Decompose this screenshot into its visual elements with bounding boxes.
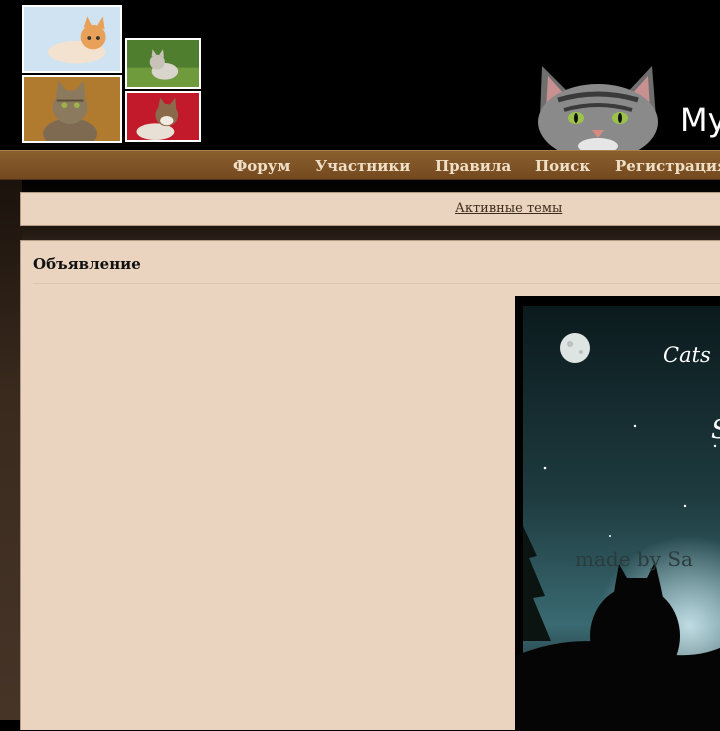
kitten-on-red-thumbnail[interactable] (125, 91, 201, 142)
announcement-banner-image[interactable]: Cats S made by Sa (515, 296, 720, 731)
left-page-gutter (0, 180, 22, 720)
nav-register[interactable]: Регистрация (615, 157, 720, 175)
nav-members[interactable]: Участники (315, 157, 410, 175)
banner-watermark: made by Sa (575, 547, 693, 571)
main-navigation: Форум Участники Правила Поиск Регистраци… (0, 150, 720, 180)
tabby-cat-thumbnail[interactable] (22, 75, 122, 143)
banner-text-mid: S (711, 415, 720, 445)
announcement-divider (33, 283, 720, 284)
announcement-title: Объявление (33, 255, 141, 273)
kitten-on-grass-thumbnail[interactable] (125, 38, 201, 89)
header-cat-illustration (528, 60, 668, 160)
site-header: My (0, 0, 720, 160)
nav-search[interactable]: Поиск (535, 157, 590, 175)
nav-rules[interactable]: Правила (435, 157, 511, 175)
banner-text-top: Cats (663, 343, 711, 367)
active-topics-bar: Активные темы (20, 192, 720, 226)
site-title[interactable]: My (680, 104, 720, 136)
active-topics-link[interactable]: Активные темы (455, 201, 562, 216)
nav-forum[interactable]: Форум (233, 157, 290, 175)
kitten-on-blue-thumbnail[interactable] (22, 5, 122, 73)
announcement-panel: Объявление Cats made by Sa (20, 240, 720, 731)
